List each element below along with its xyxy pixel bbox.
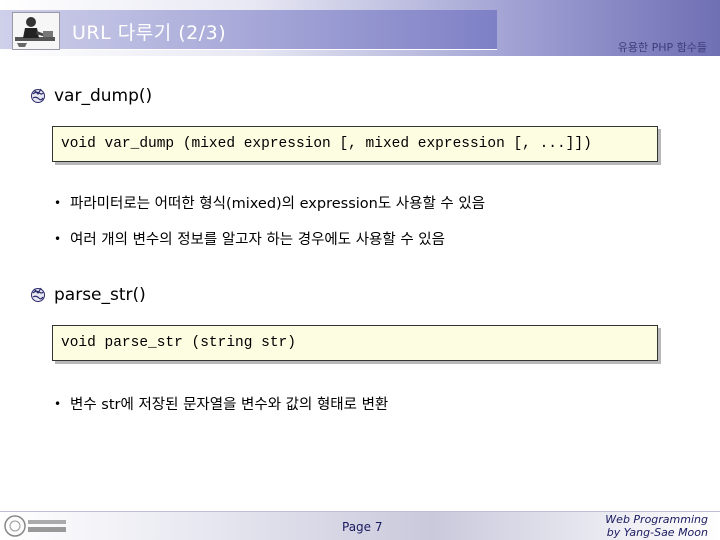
person-at-desk-icon	[12, 12, 60, 50]
section-heading-label: var_dump()	[54, 86, 153, 106]
slide-subtitle: 유용한 PHP 함수들	[617, 41, 707, 54]
bullet-dot-icon: •	[54, 195, 62, 210]
bullet-dot-icon: •	[54, 396, 62, 411]
footer-credit: Web Programming by Yang-Sae Moon	[605, 513, 708, 539]
code-signature-box: void var_dump (mixed expression [, mixed…	[52, 126, 658, 162]
globe-bullet-icon	[30, 287, 46, 303]
list-item-text: 파라미터로는 어떠한 형식(mixed)의 expression도 사용할 수 …	[70, 196, 486, 212]
code-signature: void var_dump (mixed expression [, mixed…	[61, 136, 592, 152]
slide-title: URL 다루기 (2/3)	[72, 22, 227, 44]
credit-line-2: by Yang-Sae Moon	[606, 526, 708, 539]
code-signature-box: void parse_str (string str)	[52, 325, 658, 361]
bullet-dot-icon: •	[54, 231, 62, 246]
page-number: Page 7	[342, 520, 383, 534]
list-item-text: 여러 개의 변수의 정보를 알고자 하는 경우에도 사용할 수 있음	[70, 232, 445, 248]
list-item: • 변수 str에 저장된 문자열을 변수와 값의 형태로 변환	[54, 393, 388, 414]
section-heading-label: parse_str()	[54, 285, 146, 305]
globe-bullet-icon	[30, 88, 46, 104]
credit-line-1: Web Programming	[605, 513, 708, 526]
section-heading-var-dump: var_dump()	[30, 86, 152, 106]
list-item: • 파라미터로는 어떠한 형식(mixed)의 expression도 사용할 …	[54, 192, 485, 213]
university-logo-icon	[3, 514, 69, 538]
section-heading-parse-str: parse_str()	[30, 285, 146, 305]
list-item-text: 변수 str에 저장된 문자열을 변수와 값의 형태로 변환	[70, 397, 389, 413]
list-item: • 여러 개의 변수의 정보를 알고자 하는 경우에도 사용할 수 있음	[54, 228, 445, 249]
code-signature: void parse_str (string str)	[61, 335, 296, 351]
